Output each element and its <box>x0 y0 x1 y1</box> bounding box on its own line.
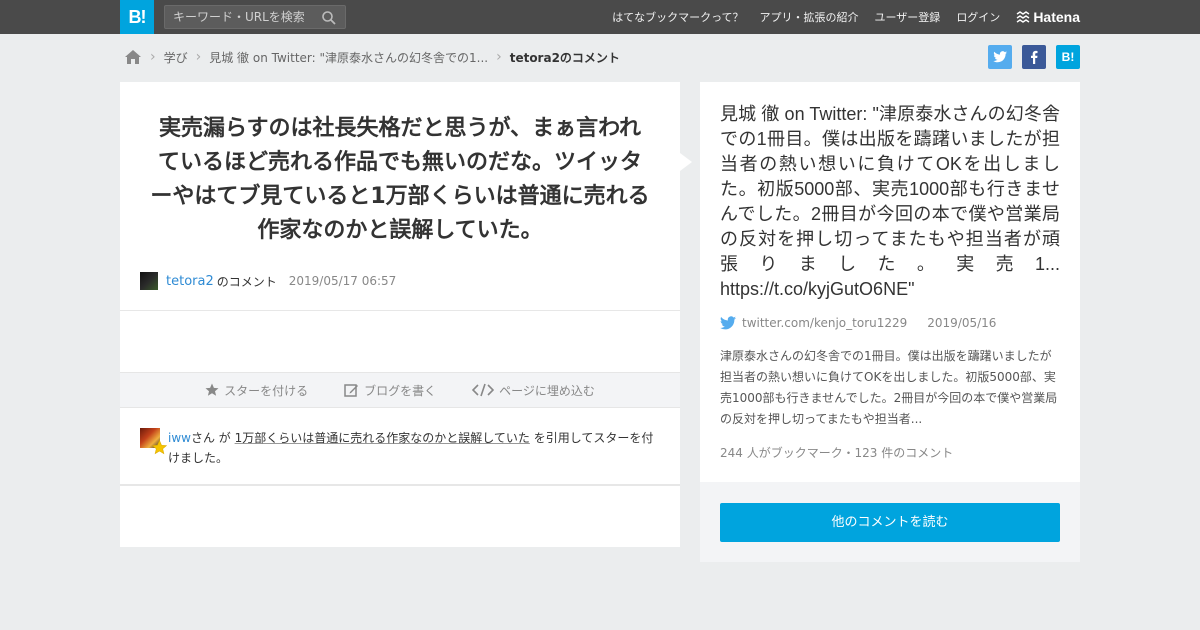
write-blog-label: ブログを書く <box>364 383 437 398</box>
search-input[interactable] <box>165 6 315 28</box>
code-icon <box>472 383 495 397</box>
star-quote[interactable]: 1万部くらいは普通に売れる作家なのかと誤解していた <box>235 431 530 445</box>
divider <box>120 310 680 311</box>
nav-register[interactable]: ユーザー登録 <box>875 9 941 25</box>
comment-date[interactable]: 2019/05/17 06:57 <box>289 274 397 288</box>
comment-text: 実売漏らすのは社長失格だと思うが、まぁ言われているほど売れる作品でも無いのだな。… <box>150 116 650 243</box>
comment-actions: スターを付ける ブログを書く ページに埋め込む <box>120 372 680 408</box>
entry-title[interactable]: 見城 徹 on Twitter: "津原泰水さんの幻冬舎での1冊目。僕は出版を躊… <box>720 102 1060 302</box>
chevron-right-icon: › <box>195 49 202 65</box>
add-star-button[interactable]: スターを付ける <box>205 382 308 399</box>
comment-user-suffix: のコメント <box>216 274 277 289</box>
search-icon[interactable] <box>321 10 337 26</box>
comment-meta: tetora2 のコメント 2019/05/17 06:57 <box>140 272 396 290</box>
avatar[interactable] <box>140 272 158 290</box>
panel-pointer <box>680 153 692 171</box>
entry-panel: 見城 徹 on Twitter: "津原泰水さんの幻冬舎での1冊目。僕は出版を躊… <box>700 82 1080 562</box>
hatena-icon <box>1016 11 1030 23</box>
divider <box>120 484 680 486</box>
breadcrumb-entry[interactable]: 見城 徹 on Twitter: "津原泰水さんの幻冬舎での1... <box>209 49 488 66</box>
chevron-right-icon: › <box>496 49 502 65</box>
star-user-link[interactable]: iww <box>168 431 191 445</box>
bookmark-count[interactable]: 244 人がブックマーク・123 件のコメント <box>720 444 953 461</box>
twitter-icon <box>993 51 1007 63</box>
chevron-right-icon: › <box>150 49 156 65</box>
embed-label: ページに埋め込む <box>499 383 595 398</box>
entry-date: 2019/05/16 <box>927 316 997 330</box>
facebook-share-button[interactable] <box>1022 45 1046 69</box>
entry-summary: 津原泰水さんの幻冬舎での1冊目。僕は出版を躊躇いましたが担当者の熱い想いに負けて… <box>720 349 1058 426</box>
breadcrumb-category[interactable]: 学び <box>164 49 188 66</box>
hatena-brand-label: Hatena <box>1033 9 1080 25</box>
hatena-bookmark-share-button[interactable]: B! <box>1056 45 1080 69</box>
entry-source: twitter.com/kenjo_toru1229 2019/05/16 <box>720 316 996 330</box>
hatena-brand[interactable]: Hatena <box>1016 9 1080 25</box>
search-box[interactable] <box>164 5 346 29</box>
write-blog-button[interactable]: ブログを書く <box>344 382 436 399</box>
facebook-icon <box>1031 50 1038 64</box>
share-buttons: B! <box>978 45 1080 69</box>
nav-login[interactable]: ログイン <box>956 9 1000 25</box>
comment-user-link[interactable]: tetora2 <box>166 274 214 289</box>
star-entry-text: iwwさん が 1万部くらいは普通に売れる作家なのかと誤解していた を引用してス… <box>168 428 658 468</box>
hatena-bookmark-logo[interactable]: B! <box>120 0 154 34</box>
add-star-label: スターを付ける <box>224 383 309 398</box>
star-icon <box>205 383 219 396</box>
nav-about[interactable]: はてなブックマークって？ <box>612 9 743 25</box>
twitter-share-button[interactable] <box>988 45 1012 69</box>
home-icon[interactable] <box>124 49 142 65</box>
breadcrumb-current: tetora2のコメント <box>509 50 620 65</box>
nav-apps[interactable]: アプリ・拡張の紹介 <box>760 9 859 25</box>
twitter-icon <box>720 316 736 330</box>
top-bar: B! はてなブックマークって？ アプリ・拡張の紹介 ユーザー登録 ログイン Ha… <box>0 0 1200 34</box>
breadcrumb: › 学び › 見城 徹 on Twitter: "津原泰水さんの幻冬舎での1..… <box>124 46 620 68</box>
source-domain[interactable]: twitter.com/kenjo_toru1229 <box>742 316 907 330</box>
star-text-1: さん が <box>190 431 235 445</box>
read-comments-button[interactable]: 他のコメントを読む <box>720 503 1060 542</box>
top-nav: はてなブックマークって？ アプリ・拡張の紹介 ユーザー登録 ログイン Haten… <box>596 0 1080 34</box>
comment-panel: 実売漏らすのは社長失格だと思うが、まぁ言われているほど売れる作品でも無いのだな。… <box>120 82 680 547</box>
embed-button[interactable]: ページに埋め込む <box>472 382 595 399</box>
entry-footer: 他のコメントを読む <box>700 482 1080 562</box>
star-icon <box>152 440 167 455</box>
edit-icon <box>344 383 359 397</box>
